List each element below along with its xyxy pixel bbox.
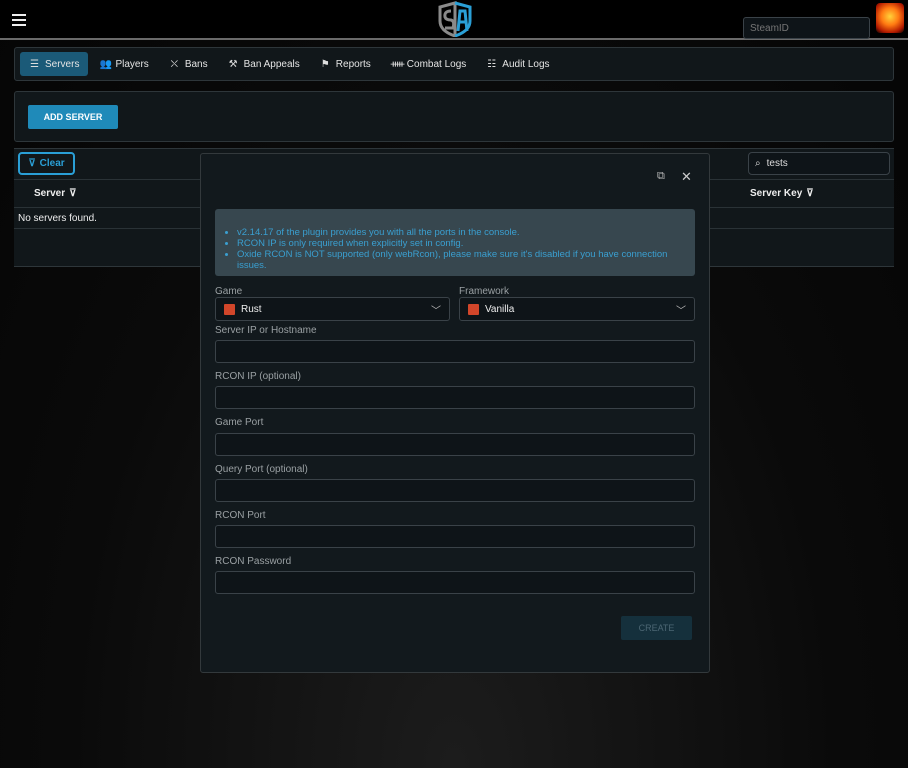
add-server-dialog: ⧉ ✕ v2.14.17 of the plugin provides you … (200, 153, 710, 673)
filter-icon[interactable]: ⊽ (69, 188, 76, 199)
search-input[interactable]: ⌕ tests (748, 152, 890, 175)
gavel-icon: ⚒ (228, 58, 238, 70)
flag-icon: ⚑ (320, 58, 330, 70)
column-label: Server (34, 188, 66, 199)
game-value: Rust (241, 303, 262, 315)
close-icon[interactable]: ✕ (681, 169, 692, 185)
tab-ban-appeals[interactable]: ⚒ Ban Appeals (219, 52, 309, 76)
column-server-key[interactable]: Server Key ⊽ (750, 188, 814, 199)
framework-icon (468, 303, 479, 315)
chevron-down-icon: ﹀ (676, 305, 686, 317)
logo (438, 1, 472, 37)
framework-select[interactable]: Vanilla ﹀ (459, 297, 695, 321)
users-icon: 👥 (99, 58, 112, 70)
top-bar (0, 0, 908, 40)
avatar[interactable] (876, 3, 904, 33)
chevron-down-icon: ﹀ (431, 305, 441, 317)
clear-filters-button[interactable]: ⊽ Clear (18, 152, 75, 175)
query-port-input[interactable] (215, 479, 695, 502)
rcon-password-input[interactable] (215, 571, 695, 594)
tab-label: Reports (335, 58, 371, 70)
search-icon: ⌕ (755, 158, 761, 169)
tab-label: Servers (45, 58, 80, 70)
column-server[interactable]: Server ⊽ (34, 188, 76, 199)
tab-combat-logs[interactable]: ᚔ Combat Logs (382, 52, 475, 76)
steamid-input[interactable] (743, 17, 870, 39)
game-port-input[interactable] (215, 433, 695, 456)
tab-servers[interactable]: ☰ Servers (20, 52, 89, 76)
tab-label: Audit Logs (502, 58, 550, 70)
game-port-label: Game Port (215, 417, 264, 428)
create-button[interactable]: CREATE (621, 616, 692, 640)
search-value: tests (766, 158, 788, 169)
game-select[interactable]: Rust ﹀ (215, 297, 450, 321)
rcon-port-input[interactable] (215, 525, 695, 548)
alert-note: Oxide RCON is NOT supported (only webRco… (237, 249, 695, 271)
add-server-button[interactable]: ADD SERVER (28, 105, 118, 129)
rcon-ip-input[interactable] (215, 386, 695, 409)
rust-icon (224, 303, 235, 315)
framework-label: Framework (459, 286, 510, 297)
alert-note: v2.14.17 of the plugin provides you with… (237, 227, 695, 238)
tab-label: Combat Logs (406, 58, 467, 70)
rcon-port-label: RCON Port (215, 510, 266, 521)
clear-label: Clear (39, 158, 65, 169)
ban-user-icon: ⛌ (170, 58, 179, 70)
server-ip-input[interactable] (215, 340, 695, 363)
rcon-ip-label: RCON IP (optional) (215, 371, 301, 382)
tab-label: Ban Appeals (243, 58, 300, 70)
server-icon: ☰ (30, 58, 39, 70)
alert-note: RCON IP is only required when explicitly… (237, 238, 695, 249)
game-label: Game (215, 286, 243, 297)
empty-message: No servers found. (18, 213, 97, 224)
rcon-password-label: RCON Password (215, 556, 292, 567)
column-label: Server Key (750, 188, 803, 199)
main-nav: ☰ Servers 👥 Players ⛌ Bans ⚒ Ban Appeals ⚑ Re… (14, 47, 894, 81)
tab-reports[interactable]: ⚑ Reports (311, 52, 380, 76)
query-port-label: Query Port (optional) (215, 464, 308, 475)
hamburger-menu-icon[interactable] (12, 14, 26, 26)
framework-value: Vanilla (485, 303, 515, 315)
tab-bans[interactable]: ⛌ Bans (160, 52, 217, 76)
filter-clear-icon: ⊽ (28, 158, 36, 169)
tab-label: Bans (184, 58, 208, 70)
info-alert: v2.14.17 of the plugin provides you with… (215, 209, 695, 276)
filter-icon[interactable]: ⊽ (806, 188, 813, 199)
tab-label: Players (115, 58, 149, 70)
server-ip-label: Server IP or Hostname (215, 325, 317, 336)
tab-audit-logs[interactable]: ☷ Audit Logs (477, 52, 558, 76)
combat-icon: ᚔ (390, 58, 405, 70)
list-icon: ☷ (487, 58, 497, 70)
add-server-panel: ADD SERVER (14, 91, 894, 142)
tab-players[interactable]: 👥 Players (90, 52, 157, 76)
maximize-icon[interactable]: ⧉ (657, 170, 665, 183)
